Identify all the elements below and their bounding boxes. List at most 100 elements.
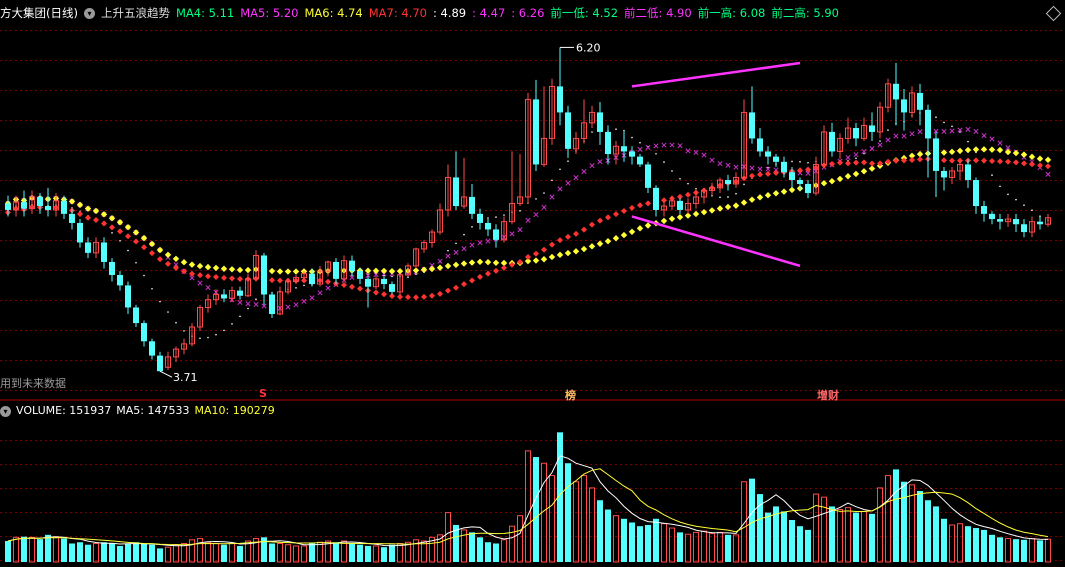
ma-white-point: [695, 187, 697, 190]
volume-bar: [309, 543, 315, 562]
candle-body: [829, 131, 835, 152]
ma-red-point: [645, 200, 651, 207]
ma-yellow-point: [156, 246, 164, 254]
volume-bar: [997, 537, 1003, 562]
candle-body: [77, 222, 83, 243]
volume-bar: [397, 542, 403, 563]
candle-body: [69, 213, 75, 223]
ma-red-point: [381, 291, 387, 298]
ma-red-point: [853, 159, 859, 166]
ma-red-point: [325, 278, 331, 285]
ma-magenta-point: [245, 301, 251, 307]
ma-yellow-point: [860, 168, 868, 175]
candle-body: [677, 200, 683, 210]
stock-name: 方大集团(日线): [0, 6, 78, 20]
volume-bar: [205, 541, 211, 563]
volume-bar: [877, 487, 883, 563]
ma-red-point: [997, 158, 1003, 165]
ma-yellow-point: [692, 210, 700, 218]
candle-body: [757, 138, 763, 152]
volume-bar: [469, 532, 475, 562]
volume-bar: [653, 518, 659, 562]
ma-red-point: [973, 157, 979, 164]
ma-yellow-point: [236, 266, 244, 274]
volume-bar: [381, 547, 387, 562]
volume-menu-button[interactable]: ▾: [0, 405, 11, 417]
trend-line: [631, 61, 801, 88]
ma-white-point: [671, 170, 673, 172]
signal-marker-finance: 增财: [817, 389, 839, 402]
volume-bar: [501, 539, 507, 563]
ma-red-point: [525, 254, 531, 261]
ma-yellow-point: [956, 147, 964, 155]
header-value-2: MA6: 4.74: [304, 6, 363, 20]
ma-red-point: [541, 246, 547, 253]
ma-magenta-point: [509, 231, 515, 237]
volume-bar: [173, 544, 179, 563]
indicator-name[interactable]: 上升五浪趋势: [101, 6, 170, 20]
ma-yellow-point: [148, 240, 156, 248]
ma-red-point: [109, 224, 115, 231]
ma-magenta-point: [941, 128, 947, 135]
ma-white-point: [111, 232, 113, 234]
ma-yellow-point: [644, 222, 652, 229]
price-volume-chart[interactable]: 6.20 3.71: [0, 0, 1065, 567]
ma-magenta-point: [461, 246, 467, 252]
ma-white-point: [495, 216, 497, 218]
candle-body: [981, 206, 987, 214]
ma-white-point: [807, 161, 809, 164]
ma-yellow-point: [724, 203, 732, 211]
volume-bar: [37, 539, 43, 562]
volume-bar: [109, 543, 115, 562]
ma-yellow-point: [668, 215, 676, 222]
volume-bar: [845, 507, 851, 563]
candle-body: [493, 229, 499, 240]
ma-white-point: [167, 311, 169, 313]
volume-bar: [789, 520, 795, 562]
header-value-10: 前二高: 5.90: [771, 6, 839, 20]
ma-white-point: [679, 177, 681, 180]
volume-bar: [525, 450, 531, 563]
ma-yellow-point: [436, 264, 444, 271]
header-value-5: : 4.47: [472, 6, 506, 20]
ma-red-point: [1005, 158, 1011, 165]
ma-yellow-point: [556, 251, 564, 259]
ma-white-point: [855, 157, 857, 159]
volume-bar: [301, 545, 307, 563]
ma-red-point: [413, 294, 419, 301]
ma-magenta-point: [997, 140, 1003, 146]
ma-magenta-point: [317, 290, 323, 296]
candle-body: [989, 213, 995, 220]
candle-body: [605, 131, 611, 155]
ma-red-point: [205, 273, 211, 280]
volume-bar: [965, 526, 971, 562]
ma-yellow-point: [748, 196, 756, 203]
ma-white-point: [487, 217, 489, 219]
ma-yellow-point: [732, 202, 740, 209]
ma-yellow-point: [476, 258, 484, 266]
candle-body: [221, 294, 227, 299]
indicator-header: 方大集团(日线) ▾ 上升五浪趋势 MA4: 5.11 MA5: 5.20 MA6: 4.…: [0, 4, 851, 22]
ma-white-point: [615, 128, 617, 130]
ma-magenta-point: [877, 142, 883, 148]
candle-body: [629, 151, 635, 157]
ma-white-point: [943, 121, 945, 124]
ma-red-point: [461, 281, 467, 288]
volume-bar: [533, 457, 539, 562]
candle-body: [389, 284, 395, 292]
volume-bar: [765, 512, 771, 562]
ma-red-point: [229, 275, 235, 282]
candle-body: [765, 151, 771, 157]
volume-bar: [837, 509, 843, 563]
ma-white-point: [863, 152, 865, 155]
candle-body: [781, 161, 787, 173]
ma-yellow-point: [580, 245, 588, 253]
ma-yellow-point: [212, 264, 220, 272]
indicator-menu-button[interactable]: ▾: [83, 8, 95, 19]
ma-red-point: [621, 208, 627, 215]
volume-bar: [277, 542, 283, 563]
ma-white-point: [887, 129, 889, 131]
ma-red-point: [493, 267, 499, 274]
candle-body: [1013, 219, 1019, 225]
ma-red-point: [917, 156, 923, 163]
